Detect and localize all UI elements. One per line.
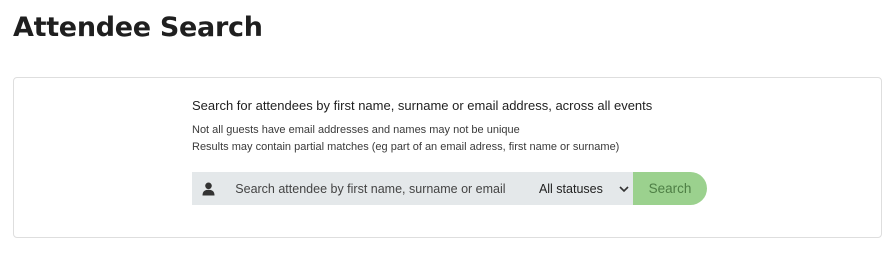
search-button[interactable]: Search — [633, 172, 707, 205]
search-note-uniqueness: Not all guests have email addresses and … — [192, 124, 520, 136]
search-input-group: All statuses — [192, 172, 633, 205]
search-intro-text: Search for attendees by first name, surn… — [192, 98, 653, 113]
page-title: Attendee Search — [13, 12, 263, 43]
status-select[interactable]: All statuses — [529, 172, 633, 205]
search-bar: All statuses Search — [192, 172, 707, 205]
search-note-partial-matches: Results may contain partial matches (eg … — [192, 141, 620, 153]
user-icon — [192, 182, 225, 196]
status-select-value: All statuses — [538, 181, 603, 196]
search-input[interactable] — [225, 172, 529, 205]
search-panel: Search for attendees by first name, surn… — [13, 77, 882, 238]
chevron-down-icon — [619, 182, 629, 196]
